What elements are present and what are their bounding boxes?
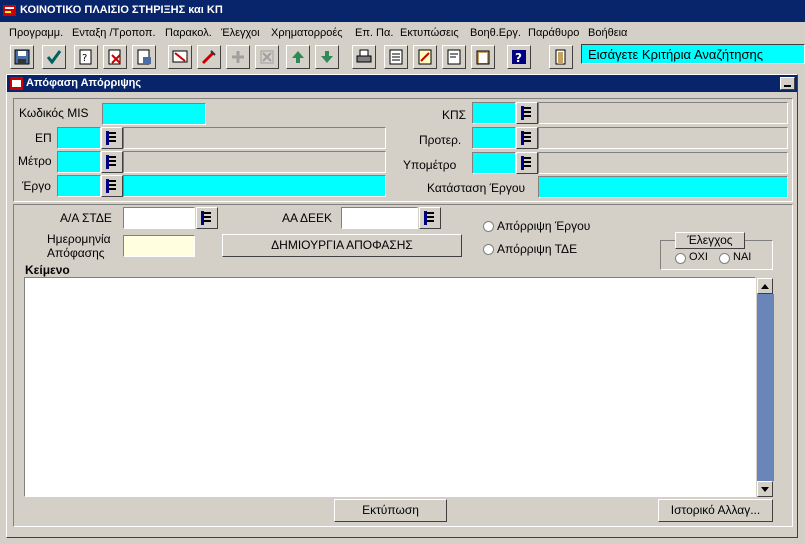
- metro-label: Μέτρο: [18, 154, 52, 168]
- keimeno-textarea[interactable]: [24, 277, 756, 497]
- ypometro-code-input[interactable]: [472, 152, 516, 174]
- window-icon: [10, 77, 23, 90]
- radio-reject-tde-label: Απόρριψη ΤΔΕ: [497, 242, 578, 256]
- proter-description-field: [538, 127, 788, 149]
- kps-description-field: [538, 102, 788, 124]
- menu-ep-pa[interactable]: Επ. Πα.: [355, 27, 393, 39]
- history-button[interactable]: Ιστορικό Αλλαγ...: [658, 499, 773, 522]
- app-title-bar: ΚΟΙΝΟΤΙΚΟ ΠΛΑΙΣΙΟ ΣΤΗΡΙΞΗΣ και ΚΠ: [0, 0, 805, 22]
- window-title-bar: Απόφαση Απόρριψης: [7, 75, 797, 92]
- katastasi-label: Κατάσταση Έργου: [427, 181, 526, 195]
- radio-reject-ergou-label: Απόρριψη Έργου: [497, 219, 591, 233]
- radio-oxi[interactable]: [675, 253, 686, 264]
- arrow-down-icon[interactable]: [315, 45, 339, 69]
- exit-icon[interactable]: [549, 45, 573, 69]
- menu-xrimatorroes[interactable]: Χρηματορροές: [271, 27, 343, 39]
- list-of-values-icon[interactable]: [101, 151, 123, 173]
- aa-stde-label: Α/Α ΣΤΔΕ: [60, 211, 112, 225]
- edit-document-icon[interactable]: [413, 45, 437, 69]
- insert-record-icon[interactable]: [168, 45, 192, 69]
- menu-voith-erg[interactable]: Βοηθ.Εργ.: [470, 27, 521, 39]
- katastasi-input[interactable]: [538, 176, 788, 198]
- menu-elegxoi[interactable]: Έλεγχοι: [221, 27, 260, 39]
- mis-label: Κωδικός MIS: [19, 106, 89, 120]
- menu-bar: Προγραμμ. Ενταξη /Τροποπ. Παρακολ. Έλεγχ…: [0, 23, 805, 42]
- ypometro-label: Υπομέτρο: [403, 158, 457, 172]
- ep-label: ΕΠ: [35, 131, 52, 145]
- radio-reject-tde[interactable]: [483, 244, 494, 255]
- delete-icon[interactable]: [255, 45, 279, 69]
- menu-entaxi[interactable]: Ενταξη /Τροποπ.: [72, 27, 156, 39]
- list-of-values-icon[interactable]: [516, 152, 538, 174]
- menu-voitheia[interactable]: Βοήθεια: [588, 27, 627, 39]
- date-label-line1: Ημερομηνία: [47, 232, 111, 246]
- list-of-values-icon[interactable]: [101, 175, 123, 197]
- app-icon: [3, 5, 16, 16]
- arrow-up-icon[interactable]: [286, 45, 310, 69]
- date-label-line2: Απόφασης: [47, 246, 105, 260]
- keimeno-label: Κείμενο: [25, 263, 70, 277]
- cancel-query-icon[interactable]: [103, 45, 127, 69]
- list-of-values-icon[interactable]: [196, 207, 218, 229]
- list-of-values-icon[interactable]: [101, 127, 123, 149]
- aa-stde-input[interactable]: [123, 207, 195, 229]
- radio-nai[interactable]: [719, 253, 730, 264]
- check-icon[interactable]: [42, 45, 66, 69]
- svg-text:?: ?: [515, 51, 522, 65]
- menu-parathyro[interactable]: Παράθυρο: [528, 27, 579, 39]
- query-icon[interactable]: ?: [74, 45, 98, 69]
- save-icon[interactable]: [10, 45, 34, 69]
- kps-label: ΚΠΣ: [442, 108, 467, 122]
- kps-code-input[interactable]: [472, 102, 516, 124]
- document-icon[interactable]: [442, 45, 466, 69]
- radio-nai-label: ΝΑΙ: [733, 251, 752, 263]
- proter-code-input[interactable]: [472, 127, 516, 149]
- print-icon[interactable]: [352, 45, 376, 69]
- scroll-up-icon[interactable]: [757, 278, 773, 294]
- ypometro-description-field: [538, 152, 788, 174]
- clipboard-icon[interactable]: [471, 45, 495, 69]
- menu-programm[interactable]: Προγραμμ.: [9, 27, 63, 39]
- scrollbar-thumb[interactable]: [757, 294, 774, 481]
- menu-parakol[interactable]: Παρακολ.: [165, 27, 212, 39]
- ergo-description-input[interactable]: [123, 175, 386, 197]
- help-icon[interactable]: ?: [507, 45, 531, 69]
- aa-deek-input[interactable]: [341, 207, 418, 229]
- metro-description-field: [123, 151, 386, 173]
- app-title: ΚΟΙΝΟΤΙΚΟ ΠΛΑΙΣΙΟ ΣΤΗΡΙΞΗΣ και ΚΠ: [20, 4, 223, 16]
- status-hint: Εισάγετε Κριτήρια Αναζήτησης: [581, 44, 805, 64]
- svg-text:?: ?: [82, 53, 87, 64]
- ergo-code-input[interactable]: [57, 175, 101, 197]
- elegxos-label: Έλεγχος: [675, 232, 745, 249]
- menu-ektyposeis[interactable]: Εκτυπώσεις: [400, 27, 459, 39]
- decision-date-input[interactable]: [123, 235, 195, 257]
- minimize-button[interactable]: [780, 77, 795, 90]
- count-query-icon[interactable]: [132, 45, 156, 69]
- ergo-label: Έργο: [22, 179, 51, 193]
- scroll-down-icon[interactable]: [757, 481, 773, 497]
- metro-code-input[interactable]: [57, 151, 101, 173]
- ep-description-field: [123, 127, 386, 149]
- mis-input[interactable]: [102, 103, 206, 125]
- window-title: Απόφαση Απόρριψης: [26, 77, 142, 89]
- list-icon[interactable]: [384, 45, 408, 69]
- edit-record-icon[interactable]: [197, 45, 221, 69]
- list-of-values-icon[interactable]: [516, 127, 538, 149]
- aa-deek-label: ΑΑ ΔΕΕΚ: [282, 211, 333, 225]
- add-icon[interactable]: [226, 45, 250, 69]
- radio-oxi-label: ΟΧΙ: [689, 251, 708, 263]
- ep-code-input[interactable]: [57, 127, 101, 149]
- print-button[interactable]: Εκτύπωση: [334, 499, 447, 522]
- list-of-values-icon[interactable]: [516, 102, 538, 124]
- create-decision-button[interactable]: ΔΗΜΙΟΥΡΓΙΑ ΑΠΟΦΑΣΗΣ: [222, 234, 462, 257]
- radio-reject-ergou[interactable]: [483, 221, 494, 232]
- proter-label: Προτερ.: [419, 133, 462, 147]
- list-of-values-icon[interactable]: [419, 207, 441, 229]
